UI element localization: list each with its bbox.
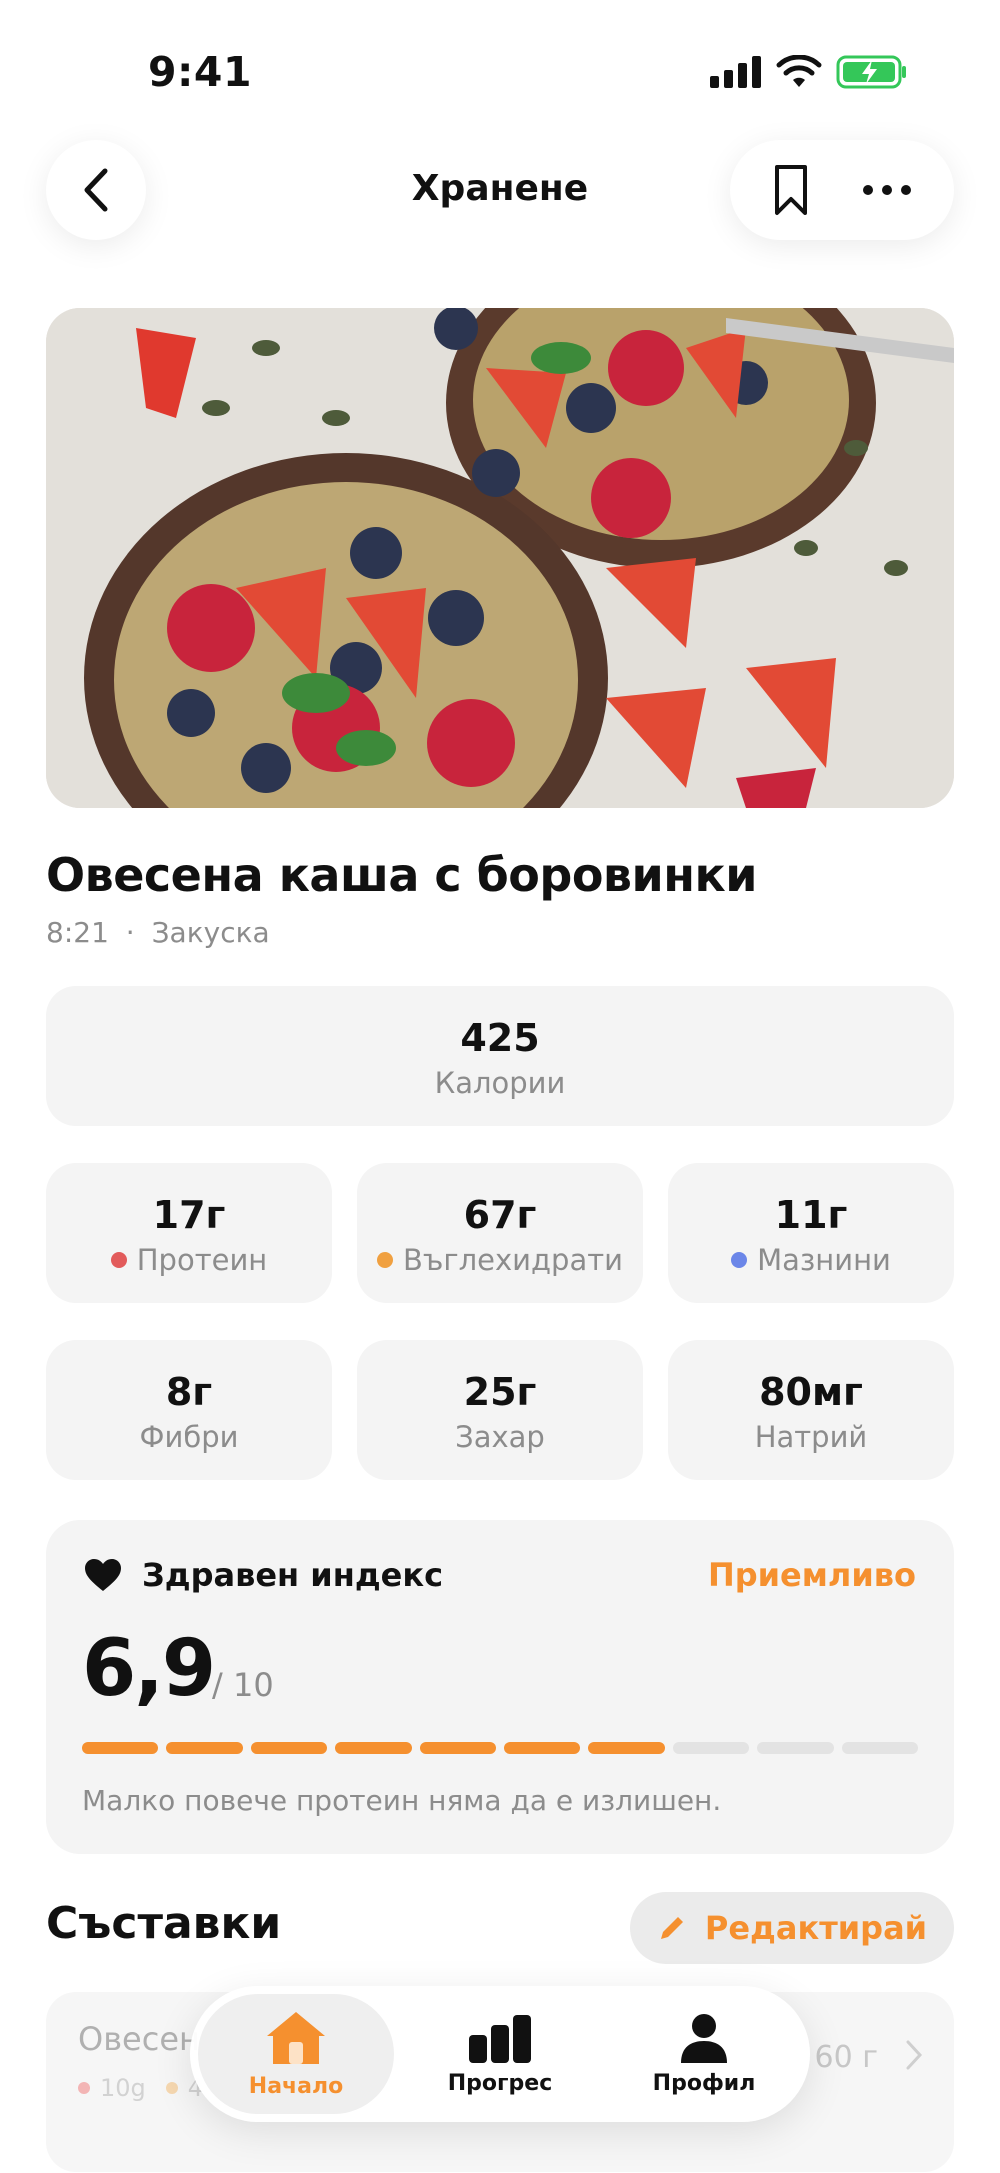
macro-label-row: Протеин [46, 1243, 332, 1277]
nutrient-card-fiber: 8г Фибри [46, 1340, 332, 1480]
tab-profile[interactable]: Профил [606, 1994, 802, 2114]
macro-card-carbs: 67г Въглехидрати [357, 1163, 643, 1303]
macro-value: 11г [774, 1193, 848, 1237]
calories-label: Калории [434, 1066, 566, 1100]
calories-value: 425 [460, 1016, 540, 1060]
tab-label: Прогрес [447, 2070, 553, 2096]
score-segment [335, 1742, 412, 1754]
calories-card: 425 Калории [46, 986, 954, 1126]
fat-dot [731, 1252, 748, 1268]
meal-title: Овесена каша с боровинки [46, 848, 758, 902]
heart-icon [85, 1559, 121, 1591]
score-segment [82, 1742, 159, 1754]
nutrient-card-sugar: 25г Захар [357, 1340, 643, 1480]
header-actions [730, 140, 954, 240]
edit-label: Редактирай [704, 1909, 928, 1947]
score-segment [841, 1742, 919, 1754]
meal-photo [46, 308, 954, 808]
header: Хранене [0, 140, 1000, 240]
tab-label: Профил [652, 2070, 756, 2096]
macro-value: 17г [152, 1193, 226, 1237]
macro-card-fat: 11г Мазнини [668, 1163, 954, 1303]
macro-value: 67г [463, 1193, 537, 1237]
pencil-icon [660, 1917, 683, 1939]
health-header: Здравен индекс [84, 1556, 443, 1594]
protein-dot [78, 2082, 90, 2094]
nutrient-value: 25г [463, 1370, 537, 1414]
macro-label-row: Въглехидрати [357, 1243, 643, 1277]
carbs-dot [165, 2082, 178, 2094]
macro-label: Мазнини [757, 1243, 891, 1277]
wifi-icon [776, 55, 822, 87]
carbs-dot [377, 1252, 393, 1268]
health-score: 6,9 [82, 1624, 216, 1714]
status-icons [710, 54, 908, 90]
tab-home[interactable]: Начало [198, 1994, 394, 2114]
nutrient-value: 80мг [759, 1370, 863, 1414]
bar-chart-icon [469, 2014, 531, 2063]
protein-dot [110, 1252, 127, 1268]
bookmark-icon[interactable] [773, 163, 809, 217]
score-segment [504, 1742, 581, 1754]
macro-label: Въглехидрати [403, 1243, 623, 1277]
status-time: 9:41 [148, 48, 252, 96]
score-segment [250, 1742, 328, 1754]
score-segment [672, 1742, 750, 1754]
score-segment [419, 1742, 497, 1754]
signal-icon [710, 56, 761, 88]
nutrient-label: Натрий [754, 1420, 868, 1454]
score-segment [757, 1742, 834, 1754]
health-title: Здравен индекс [142, 1556, 444, 1594]
battery-charging-icon [836, 55, 906, 89]
macro-label-row: Мазнини [668, 1243, 954, 1277]
more-icon[interactable] [862, 184, 912, 196]
meal-meta: 8:21 · Закуска [46, 916, 270, 949]
tab-progress[interactable]: Прогрес [402, 1994, 598, 2114]
health-status: Приемливо [707, 1556, 916, 1594]
meta-separator: · [125, 916, 135, 949]
home-icon [267, 2011, 325, 2064]
chevron-right-icon [906, 2040, 923, 2070]
score-segment [588, 1742, 665, 1754]
nutrient-value: 8г [165, 1370, 213, 1414]
health-score-max: / 10 [212, 1666, 274, 1704]
nutrient-label: Захар [455, 1420, 545, 1454]
health-note: Малко повече протеин няма да е излишен. [82, 1784, 722, 1817]
bottom-tab-bar: Начало Прогрес Профил [190, 1986, 810, 2122]
meal-type: Закуска [151, 916, 270, 949]
macro-label: Протеин [136, 1243, 268, 1277]
edit-ingredients-button[interactable]: Редактирай [630, 1892, 954, 1964]
ingredient-qty: 60 г [814, 2040, 878, 2075]
health-index-card[interactable]: Здравен индекс Приемливо 6,9 / 10 Малко … [46, 1520, 954, 1854]
nutrient-card-sodium: 80мг Натрий [668, 1340, 954, 1480]
meal-time: 8:21 [46, 916, 109, 949]
score-segment [166, 1742, 243, 1754]
profile-icon [681, 2013, 727, 2063]
macro-card-protein: 17г Протеин [46, 1163, 332, 1303]
ingredient-macros: 10g 4 [78, 2074, 203, 2102]
ingredient-protein: 10g [100, 2074, 146, 2102]
status-bar: 9:41 [0, 0, 1000, 140]
nutrient-label: Фибри [139, 1420, 239, 1454]
health-score-bar [82, 1742, 919, 1754]
ingredients-title: Съставки [46, 1898, 282, 1949]
tab-label: Начало [248, 2073, 344, 2099]
